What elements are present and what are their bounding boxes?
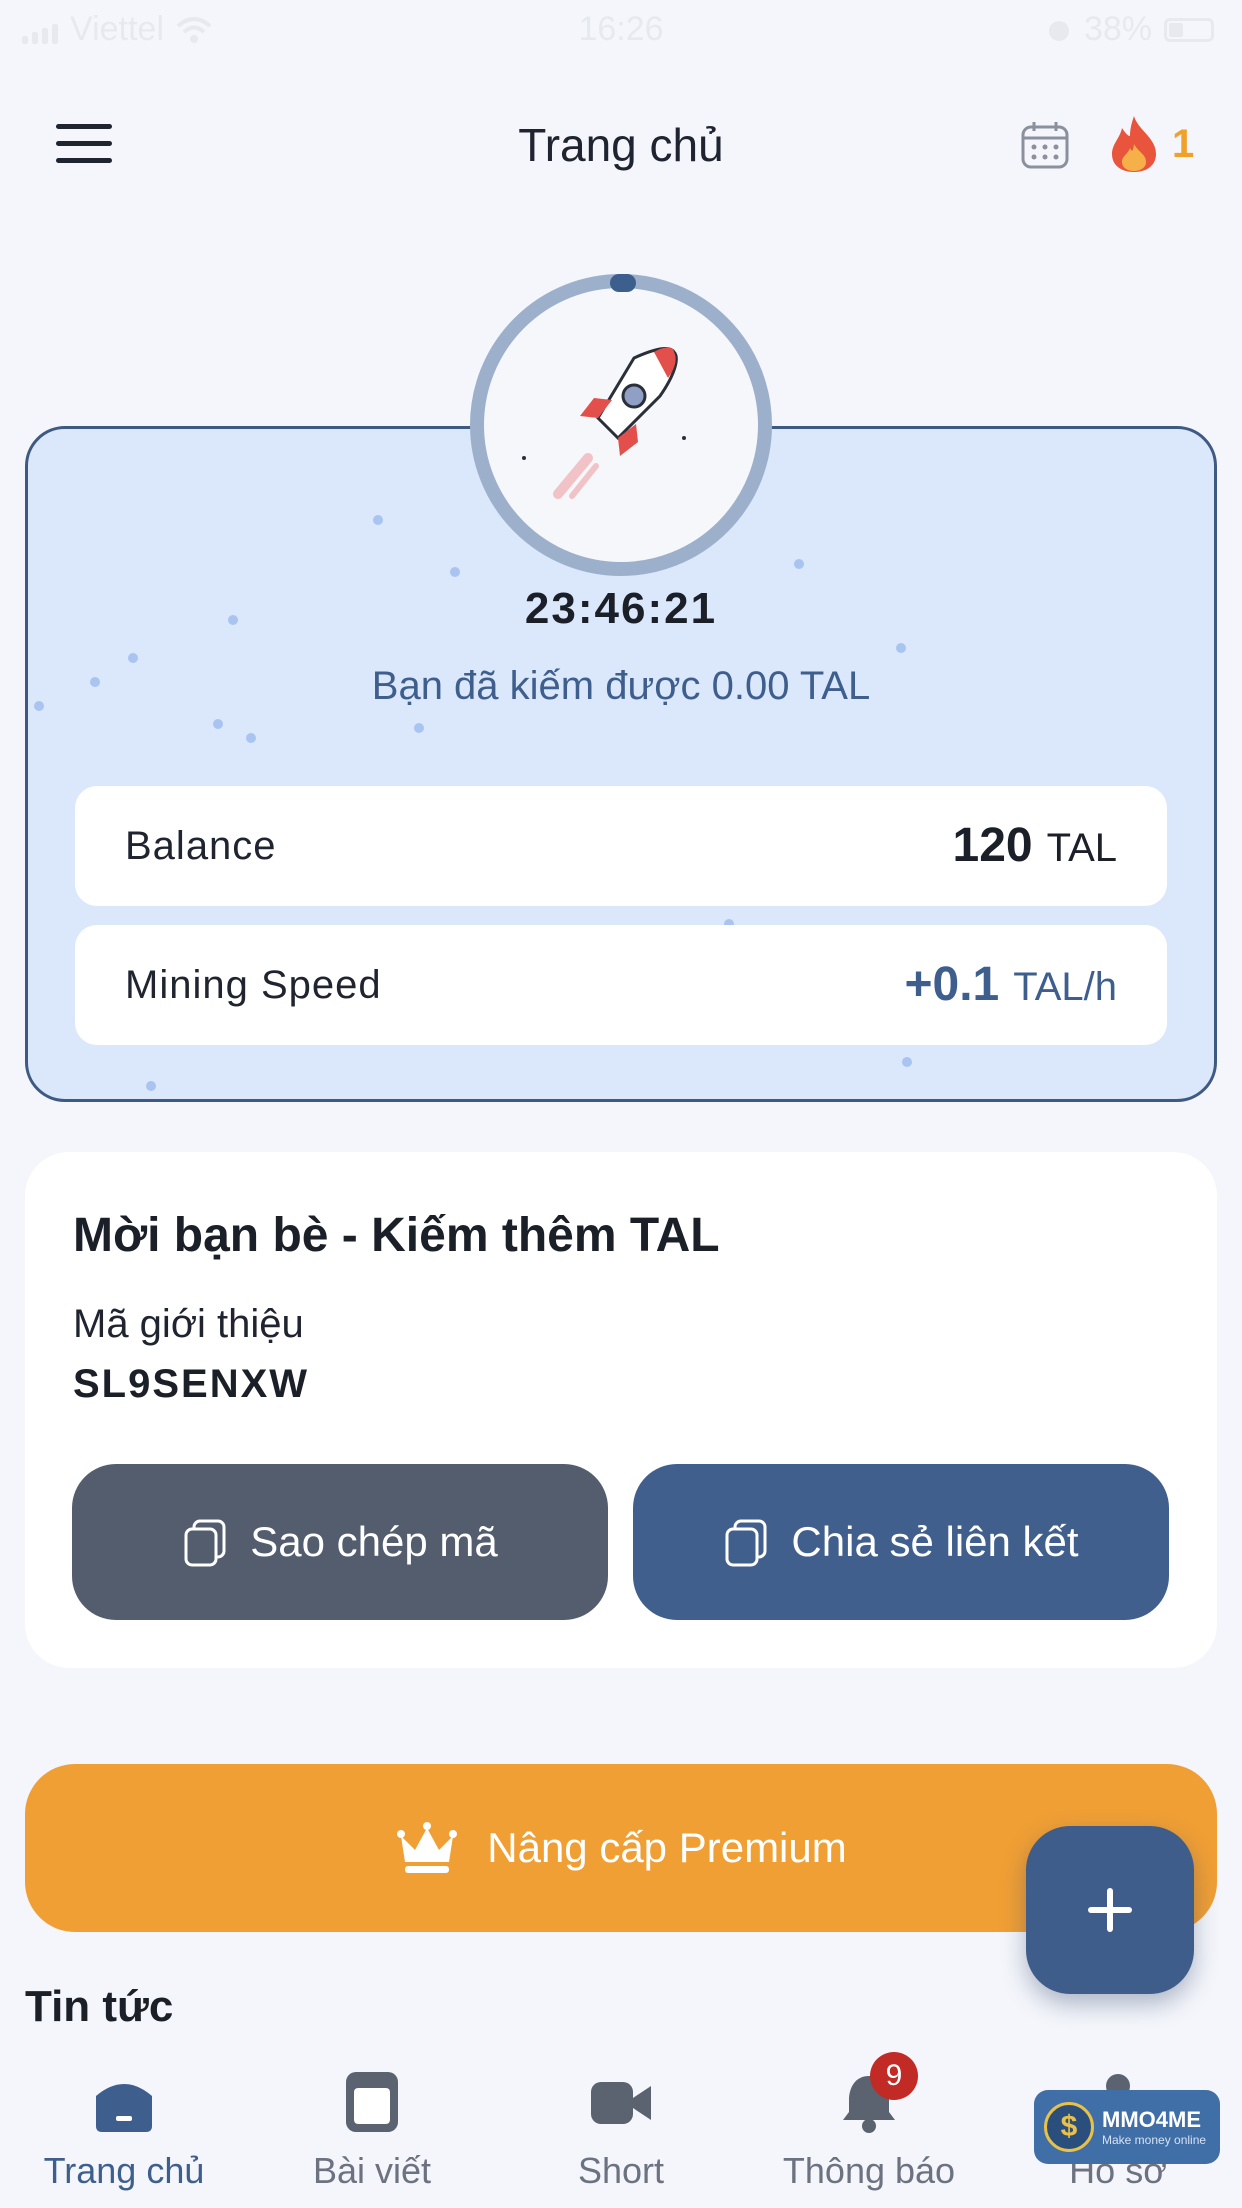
streak-counter[interactable]: 1 — [1108, 114, 1194, 174]
add-button[interactable] — [1026, 1826, 1194, 1994]
copy-code-button[interactable]: Sao chép mã — [72, 1464, 608, 1620]
referral-code: SL9SENXW — [73, 1362, 310, 1406]
share-link-button[interactable]: Chia sẻ liên kết — [633, 1464, 1169, 1620]
battery-icon — [1164, 17, 1214, 42]
video-icon — [591, 2082, 651, 2124]
speed-label: Mining Speed — [125, 963, 382, 1007]
nav-label-home: Trang chủ — [43, 2150, 205, 2191]
mmo4me-watermark-logo: $ MMO4ME Make money online — [1034, 2090, 1220, 2164]
invite-card: Mời bạn bè - Kiếm thêm TAL Mã giới thiệu… — [25, 1152, 1217, 1668]
streak-count: 1 — [1172, 121, 1195, 166]
nav-label-notifications: Thông báo — [782, 2150, 956, 2191]
nav-item-notifications[interactable]: Thông báo — [745, 2070, 993, 2192]
progress-knob — [610, 274, 636, 292]
fire-icon — [1112, 116, 1156, 172]
speed-unit: TAL/h — [1013, 965, 1117, 1009]
balance-label: Balance — [125, 824, 277, 868]
article-icon — [346, 2072, 398, 2132]
watermark-title: MMO4ME — [1102, 2107, 1201, 2132]
balance-row: Balance 120 TAL — [75, 786, 1167, 906]
notification-badge: 9 — [870, 2052, 918, 2100]
mining-progress-ring[interactable] — [470, 274, 772, 576]
copy-icon — [725, 1519, 767, 1567]
watermark-subtitle: Make money online — [1102, 2133, 1207, 2147]
watermark-text: MMO4ME Make money online — [1102, 2107, 1206, 2147]
balance-value: 120 TAL — [953, 818, 1117, 873]
nav-item-home[interactable]: Trang chủ — [0, 2070, 248, 2192]
copy-icon — [184, 1519, 226, 1567]
speed-value: +0.1 TAL/h — [904, 957, 1117, 1012]
rocket-icon — [522, 347, 686, 499]
earned-text: Bạn đã kiếm được 0.00 TAL — [371, 664, 871, 708]
balance-unit: TAL — [1046, 826, 1117, 870]
mining-speed-row: Mining Speed +0.1 TAL/h — [75, 925, 1167, 1045]
premium-label: Nâng cấp Premium — [487, 1824, 847, 1871]
app-header: Trang chủ 1 — [0, 100, 1242, 190]
dollar-coin-icon: $ — [1044, 2102, 1094, 2152]
crown-icon — [397, 1822, 458, 1873]
nav-item-short[interactable]: Short — [497, 2070, 745, 2192]
copy-code-label: Sao chép mã — [250, 1518, 498, 1565]
balance-amount: 120 — [952, 819, 1033, 872]
speed-amount: +0.1 — [904, 958, 1000, 1011]
news-section-title: Tin tức — [25, 1982, 174, 2031]
nav-label-articles: Bài viết — [312, 2150, 432, 2191]
calendar-icon[interactable] — [1020, 120, 1070, 170]
nav-label-short: Short — [577, 2150, 665, 2191]
mining-timer: 23:46:21 — [524, 584, 718, 633]
status-bar: Viettel 16:26 38% — [0, 0, 1242, 60]
referral-label: Mã giới thiệu — [73, 1302, 304, 1346]
home-icon — [96, 2084, 152, 2132]
share-link-label: Chia sẻ liên kết — [791, 1518, 1079, 1565]
alarm-icon — [1048, 20, 1069, 41]
battery-percent: 38% — [1083, 10, 1152, 48]
nav-item-articles[interactable]: Bài viết — [248, 2070, 496, 2192]
status-right: 38% — [1046, 10, 1214, 49]
invite-title: Mời bạn bè - Kiếm thêm TAL — [73, 1209, 720, 1262]
